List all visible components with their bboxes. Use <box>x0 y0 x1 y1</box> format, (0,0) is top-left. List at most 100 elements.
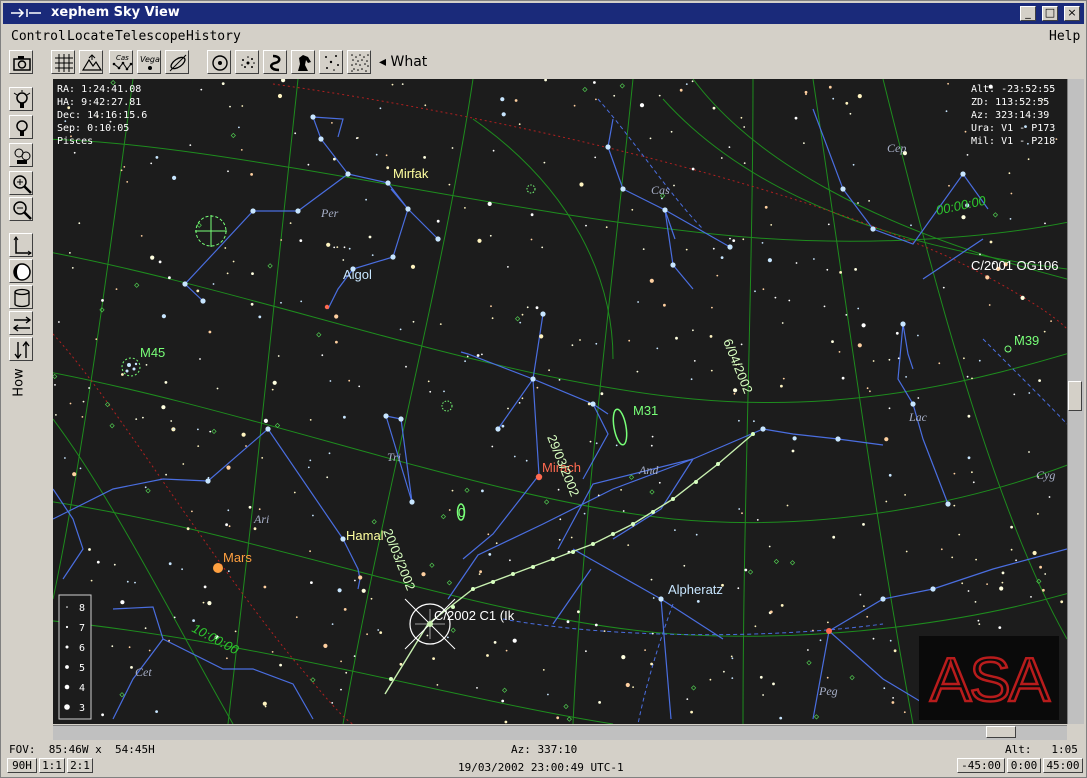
close-button[interactable]: × <box>1064 6 1080 21</box>
label-algol[interactable]: Algol <box>343 267 372 282</box>
star <box>173 616 176 619</box>
star <box>355 137 358 140</box>
window-menu-icon[interactable] <box>9 5 43 21</box>
target-icon[interactable] <box>207 50 231 74</box>
star <box>597 494 600 497</box>
fov-90h-button[interactable]: 90H <box>7 758 37 773</box>
menu-control[interactable]: Control <box>11 29 66 44</box>
aspect-1-1-button[interactable]: 1:1 <box>39 758 65 773</box>
star <box>940 548 943 551</box>
label-m45[interactable]: M45 <box>140 345 165 360</box>
what-button[interactable]: ◂ What <box>379 54 427 70</box>
star <box>307 163 310 166</box>
star <box>186 527 190 531</box>
star <box>79 467 82 470</box>
star-names-icon[interactable]: Vega <box>137 50 161 74</box>
dense-stars-icon[interactable] <box>347 50 371 74</box>
star <box>158 260 162 264</box>
alt-plus-45-button[interactable]: 45:00 <box>1043 758 1083 773</box>
star <box>741 512 743 515</box>
label-alpheratz[interactable]: Alpheratz <box>668 582 723 597</box>
camera-icon[interactable] <box>9 50 33 74</box>
star <box>164 381 168 384</box>
star <box>358 575 363 580</box>
zoom-out-icon[interactable] <box>9 197 33 221</box>
label-mars[interactable]: Mars <box>223 550 252 565</box>
bright-star <box>930 586 936 592</box>
label-m39[interactable]: M39 <box>1014 333 1039 348</box>
label-comet-c1[interactable]: C/2002 C1 (Ik <box>434 608 515 623</box>
alt-zero-button[interactable]: 0:00 <box>1007 758 1041 773</box>
horizontal-scroll-thumb[interactable] <box>986 726 1016 738</box>
star <box>768 545 771 548</box>
algol-red-star[interactable] <box>324 304 330 310</box>
bright-star <box>670 262 676 268</box>
moon-phase-icon[interactable] <box>9 259 33 283</box>
bulb-cluster-icon[interactable] <box>9 143 33 167</box>
star <box>518 402 521 404</box>
constellation-names-icon[interactable]: Cas <box>109 50 133 74</box>
constellation-and: And <box>638 463 659 477</box>
star <box>764 205 768 209</box>
star <box>728 146 731 148</box>
axes-icon[interactable] <box>9 233 33 257</box>
star <box>979 253 981 256</box>
star <box>466 355 469 358</box>
label-comet-og106[interactable]: C/2001 OG106 <box>971 258 1058 273</box>
star <box>958 533 961 536</box>
star <box>150 255 155 260</box>
cas-icon-text: Cas <box>116 54 129 62</box>
menu-locate[interactable]: Locate <box>67 29 114 44</box>
maximize-button[interactable]: □ <box>1042 6 1058 21</box>
star <box>794 116 798 120</box>
cluster-icon[interactable] <box>235 50 259 74</box>
star <box>487 201 492 206</box>
label-m31[interactable]: M31 <box>633 403 658 418</box>
galaxy-icon[interactable] <box>165 50 189 74</box>
star <box>248 505 252 509</box>
minimize-button[interactable]: _ <box>1020 6 1036 21</box>
star <box>832 535 836 539</box>
star <box>716 274 719 277</box>
star <box>892 697 894 699</box>
star <box>1010 548 1013 551</box>
label-hamal[interactable]: Hamal <box>346 528 384 543</box>
star <box>593 81 596 84</box>
flip-vertical-icon[interactable] <box>9 337 33 361</box>
horsehead-icon[interactable] <box>291 50 315 74</box>
star <box>861 323 866 328</box>
toolbar: Cas Vega ◂ What <box>3 48 1084 76</box>
star <box>972 481 975 484</box>
flip-horizontal-icon[interactable] <box>9 311 33 335</box>
sky-view-canvas[interactable]: Mirfak Algol M45 M31 Mirach Hamal Mars A… <box>53 79 1067 724</box>
landscape-icon[interactable] <box>79 50 103 74</box>
bright-star <box>390 254 396 260</box>
menu-help[interactable]: Help <box>1049 29 1080 44</box>
grid-icon[interactable] <box>51 50 75 74</box>
title-bar[interactable]: xephem Sky View _ □ × <box>3 3 1084 24</box>
label-mirfak[interactable]: Mirfak <box>393 166 429 181</box>
menu-history[interactable]: History <box>186 29 241 44</box>
cylinder-projection-icon[interactable] <box>9 285 33 309</box>
bright-stars-icon[interactable] <box>9 87 33 111</box>
horizontal-scrollbar[interactable] <box>53 725 1067 740</box>
alt-minus-45-button[interactable]: -45:00 <box>957 758 1005 773</box>
aspect-2-1-button[interactable]: 2:1 <box>67 758 93 773</box>
bright-star <box>405 206 411 212</box>
star <box>507 407 509 410</box>
star <box>96 560 100 564</box>
star <box>683 564 686 567</box>
star <box>263 418 268 423</box>
star <box>605 226 608 229</box>
dim-stars-icon[interactable] <box>9 115 33 139</box>
how-button[interactable]: How <box>9 363 29 407</box>
sparse-stars-icon[interactable] <box>319 50 343 74</box>
nebula-icon[interactable] <box>263 50 287 74</box>
red-star[interactable] <box>826 628 832 634</box>
mars-planet[interactable] <box>213 563 223 573</box>
menu-telescope[interactable]: Telescope <box>115 29 185 44</box>
zoom-in-icon[interactable] <box>9 171 33 195</box>
vertical-scroll-thumb[interactable] <box>1068 381 1082 411</box>
star <box>331 702 334 704</box>
star <box>439 323 442 325</box>
